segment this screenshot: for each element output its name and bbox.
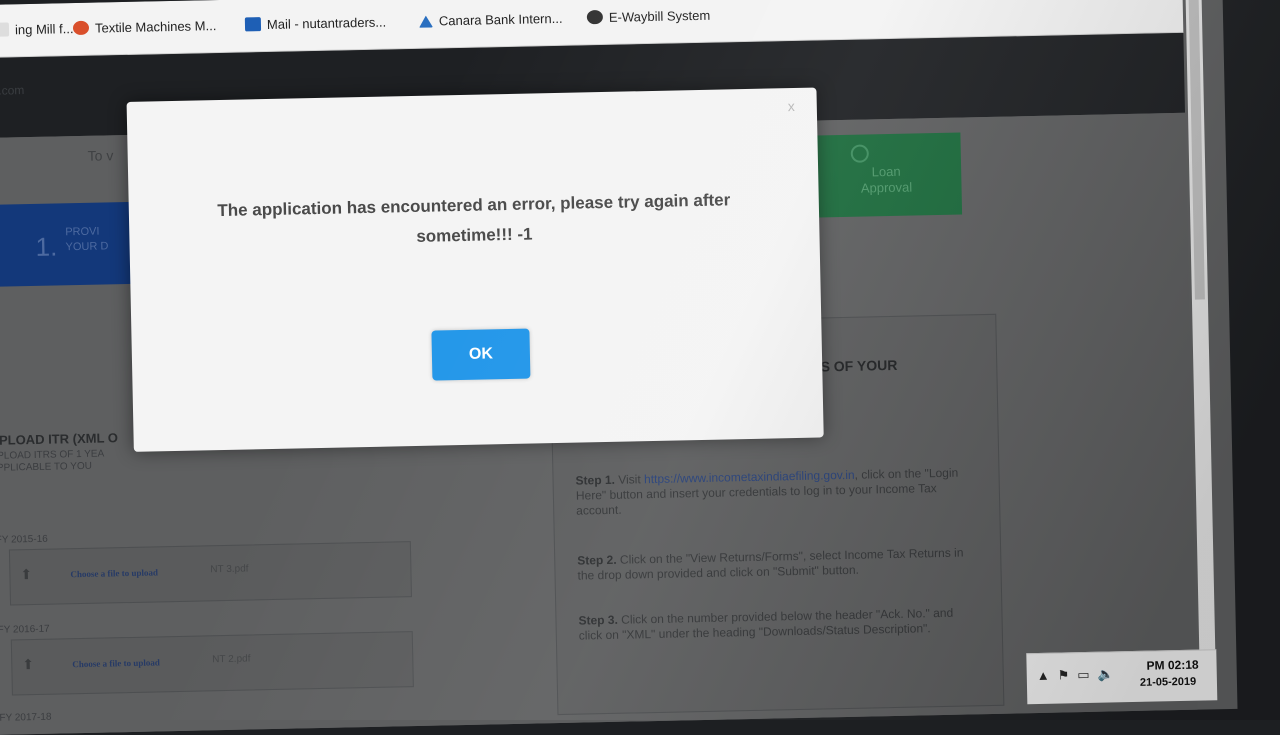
bookmark-item[interactable]: Canara Bank Intern...: [418, 11, 563, 29]
instruction-step: Step 3. Click on the number provided bel…: [578, 605, 954, 643]
check-circle-icon: [850, 144, 869, 163]
close-icon[interactable]: x: [788, 98, 795, 114]
step-provide-details: 1. PROVI YOUR D: [0, 201, 139, 287]
scrollbar-thumb[interactable]: [1188, 0, 1205, 300]
choose-file-link[interactable]: Choose a file to upload: [70, 567, 158, 579]
bookmark-item[interactable]: ing Mill f...: [0, 21, 74, 38]
monitor-screen: ing Mill f... Textile Machines M... Mail…: [0, 0, 1238, 735]
ok-button[interactable]: OK: [431, 328, 531, 381]
tray-icons[interactable]: ▲⚑▭🔈: [1037, 666, 1122, 684]
generic-page-icon: [0, 22, 10, 37]
bookmark-item[interactable]: Textile Machines M...: [72, 18, 217, 36]
step-label: Loan Approval: [860, 163, 913, 196]
upload-section-title: UPLOAD ITR (XML O: [0, 430, 119, 448]
choose-file-link[interactable]: Choose a file to upload: [72, 657, 160, 669]
upload-section-subtitle: UPLOAD ITRS OF 1 YEA APPLICABLE TO YOU: [0, 448, 105, 474]
canara-logo-icon: [418, 15, 434, 28]
uploaded-file-name: NT 3.pdf: [210, 563, 249, 576]
instructions-heading: ES OF YOUR: [811, 356, 898, 375]
fy-label: FY 2016-17: [0, 623, 50, 636]
fy-label: FY 2015-16: [0, 533, 48, 546]
tray-date: 21-05-2019: [1139, 675, 1197, 689]
file-upload-row[interactable]: ⬆ Choose a file to upload NT 2.pdf: [10, 631, 414, 696]
site-url-fragment: s.com: [0, 83, 25, 98]
intro-text: To v: [87, 147, 114, 164]
bookmark-item[interactable]: E-Waybill System: [586, 8, 710, 26]
tray-time: PM 02:18: [1146, 657, 1199, 673]
globe-icon: [586, 9, 604, 25]
error-dialog: x The application has encountered an err…: [126, 87, 824, 452]
file-upload-row[interactable]: ⬆ Choose a file to upload NT 3.pdf: [8, 541, 412, 606]
step-number: 1.: [35, 231, 58, 262]
system-tray: ▲⚑▭🔈 PM 02:18 21-05-2019: [1026, 649, 1218, 705]
outlook-icon: [244, 17, 262, 32]
step-loan-approval: Loan Approval: [810, 132, 963, 218]
flower-logo-icon: [72, 20, 90, 36]
step-label: PROVI YOUR D: [65, 225, 109, 254]
fy-label: FY 2017-18: [0, 711, 52, 724]
instruction-step: Step 1. Visit https://www.incometaxindia…: [575, 465, 959, 518]
bookmark-item[interactable]: Mail - nutantraders...: [244, 15, 386, 33]
upload-arrow-icon: ⬆: [20, 566, 33, 583]
error-message: The application has encountered an error…: [217, 190, 731, 246]
uploaded-file-name: NT 2.pdf: [212, 653, 251, 666]
instruction-step: Step 2. Click on the "View Returns/Forms…: [577, 545, 964, 583]
upload-arrow-icon: ⬆: [22, 656, 35, 673]
